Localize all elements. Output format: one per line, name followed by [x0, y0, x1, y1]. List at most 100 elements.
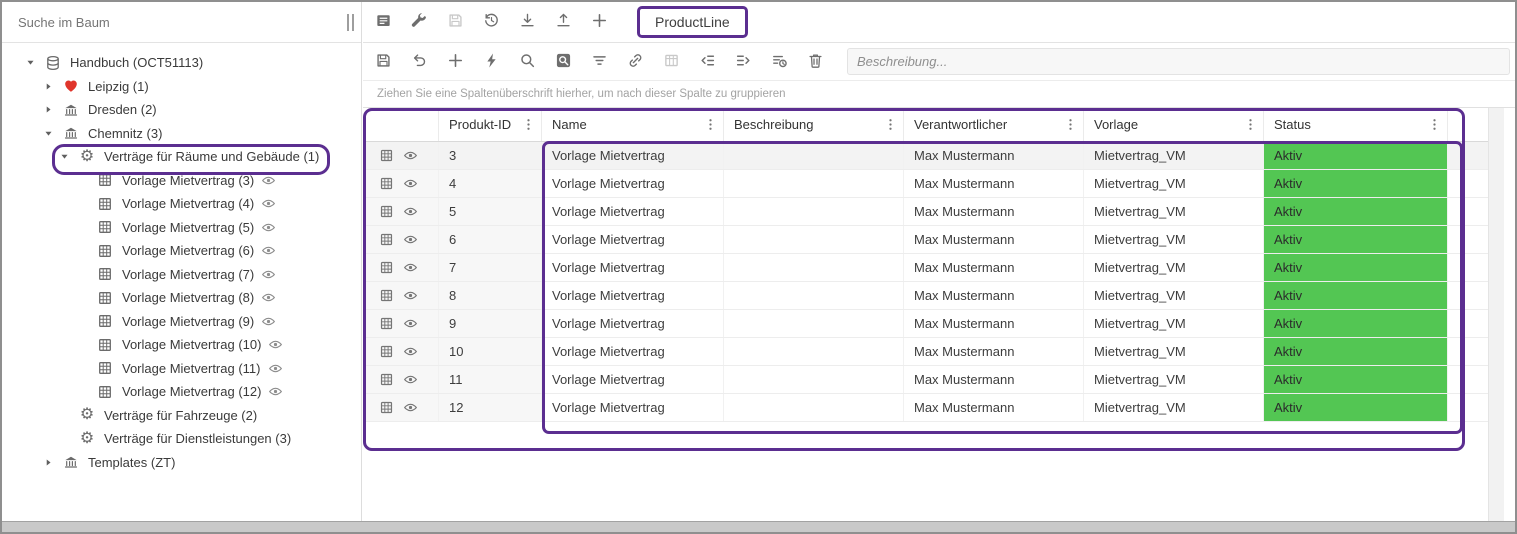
tree-item[interactable]: Vorlage Mietvertrag (10)	[2, 333, 361, 357]
panel-button[interactable]	[365, 4, 401, 40]
header-cell-status[interactable]: Status	[1264, 108, 1448, 141]
eye-icon[interactable]	[261, 196, 276, 211]
eye-icon[interactable]	[403, 372, 418, 387]
tab-productline[interactable]: ProductLine	[637, 6, 748, 38]
tree-item[interactable]: ⚙Verträge für Dienstleistungen (3)	[2, 427, 361, 451]
table-row[interactable]: 10Vorlage MietvertragMax MustermannMietv…	[363, 338, 1488, 366]
save-button[interactable]	[365, 44, 401, 80]
tree-item[interactable]: Vorlage Mietvertrag (8)	[2, 286, 361, 310]
eye-icon[interactable]	[403, 204, 418, 219]
eye-icon[interactable]	[268, 384, 283, 399]
caret-down-icon[interactable]	[54, 151, 74, 162]
eye-icon[interactable]	[403, 316, 418, 331]
table-row[interactable]: 6Vorlage MietvertragMax MustermannMietve…	[363, 226, 1488, 254]
eye-icon[interactable]	[261, 173, 276, 188]
header-cell-produkt-id[interactable]: Produkt-ID	[439, 108, 542, 141]
tree-item[interactable]: Vorlage Mietvertrag (7)	[2, 263, 361, 287]
caret-right-icon[interactable]	[38, 457, 58, 468]
eye-icon[interactable]	[261, 290, 276, 305]
column-menu-icon[interactable]	[700, 115, 720, 135]
table-icon[interactable]	[379, 232, 394, 247]
header-cell-name[interactable]: Name	[542, 108, 724, 141]
table-icon[interactable]	[379, 176, 394, 191]
link-button[interactable]	[617, 44, 653, 80]
list-history-button[interactable]	[761, 44, 797, 80]
tree-search-input[interactable]	[18, 15, 335, 30]
wrench-button[interactable]	[401, 4, 437, 40]
eye-icon[interactable]	[261, 220, 276, 235]
table-icon[interactable]	[379, 148, 394, 163]
eye-icon[interactable]	[403, 148, 418, 163]
history-button[interactable]	[473, 4, 509, 40]
table-icon[interactable]	[379, 372, 394, 387]
header-cell-beschreibung[interactable]: Beschreibung	[724, 108, 904, 141]
eye-icon[interactable]	[261, 314, 276, 329]
tree-item[interactable]: Vorlage Mietvertrag (4)	[2, 192, 361, 216]
table-icon[interactable]	[379, 288, 394, 303]
outdent-button[interactable]	[689, 44, 725, 80]
table-row[interactable]: 7Vorlage MietvertragMax MustermannMietve…	[363, 254, 1488, 282]
eye-icon[interactable]	[268, 337, 283, 352]
plus-button[interactable]	[437, 44, 473, 80]
filter-button[interactable]	[581, 44, 617, 80]
search-button[interactable]	[509, 44, 545, 80]
table-row[interactable]: 12Vorlage MietvertragMax MustermannMietv…	[363, 394, 1488, 422]
column-menu-icon[interactable]	[1424, 115, 1444, 135]
tree-item[interactable]: Handbuch (OCT51113)	[2, 51, 361, 75]
table-row[interactable]: 9Vorlage MietvertragMax MustermannMietve…	[363, 310, 1488, 338]
undo-button[interactable]	[401, 44, 437, 80]
tree-item[interactable]: Chemnitz (3)	[2, 122, 361, 146]
description-input[interactable]	[847, 48, 1510, 75]
tree-item[interactable]: Vorlage Mietvertrag (11)	[2, 357, 361, 381]
table-icon[interactable]	[379, 204, 394, 219]
table-icon[interactable]	[379, 316, 394, 331]
eye-icon[interactable]	[403, 232, 418, 247]
header-cell-verantwortlicher[interactable]: Verantwortlicher	[904, 108, 1084, 141]
download-button[interactable]	[509, 4, 545, 40]
column-menu-icon[interactable]	[1240, 115, 1260, 135]
caret-right-icon[interactable]	[38, 81, 58, 92]
eye-icon[interactable]	[403, 288, 418, 303]
caret-down-icon[interactable]	[38, 128, 58, 139]
table-row[interactable]: 11Vorlage MietvertragMax MustermannMietv…	[363, 366, 1488, 394]
table-icon[interactable]	[379, 400, 394, 415]
tree-item[interactable]: Vorlage Mietvertrag (12)	[2, 380, 361, 404]
tree-item[interactable]: Templates (ZT)	[2, 451, 361, 475]
tree-item[interactable]: Vorlage Mietvertrag (5)	[2, 216, 361, 240]
horizontal-scrollbar[interactable]	[2, 521, 1515, 532]
vertical-scrollbar[interactable]	[1488, 108, 1504, 521]
tree-item[interactable]: Leipzig (1)	[2, 75, 361, 99]
column-menu-icon[interactable]	[518, 115, 538, 135]
table-icon[interactable]	[379, 260, 394, 275]
splitter-handle[interactable]	[347, 14, 354, 31]
header-cell-vorlage[interactable]: Vorlage	[1084, 108, 1264, 141]
tree-item[interactable]: Vorlage Mietvertrag (3)	[2, 169, 361, 193]
flash-button[interactable]	[473, 44, 509, 80]
eye-icon[interactable]	[403, 176, 418, 191]
upload-button[interactable]	[545, 4, 581, 40]
eye-icon[interactable]	[268, 361, 283, 376]
tree-item[interactable]: Dresden (2)	[2, 98, 361, 122]
indent-button[interactable]	[725, 44, 761, 80]
plus-button[interactable]	[581, 4, 617, 40]
table-row[interactable]: 4Vorlage MietvertragMax MustermannMietve…	[363, 170, 1488, 198]
tree-item[interactable]: Vorlage Mietvertrag (9)	[2, 310, 361, 334]
eye-icon[interactable]	[403, 344, 418, 359]
tree-item[interactable]: ⚙Verträge für Räume und Gebäude (1)	[2, 145, 361, 169]
caret-right-icon[interactable]	[38, 104, 58, 115]
eye-icon[interactable]	[261, 267, 276, 282]
table-row[interactable]: 8Vorlage MietvertragMax MustermannMietve…	[363, 282, 1488, 310]
table-icon[interactable]	[379, 344, 394, 359]
delete-button[interactable]	[797, 44, 833, 80]
tree-item[interactable]: Vorlage Mietvertrag (6)	[2, 239, 361, 263]
table-row[interactable]: 3Vorlage MietvertragMax MustermannMietve…	[363, 142, 1488, 170]
caret-down-icon[interactable]	[20, 57, 40, 68]
eye-icon[interactable]	[261, 243, 276, 258]
eye-icon[interactable]	[403, 400, 418, 415]
column-menu-icon[interactable]	[1060, 115, 1080, 135]
table-row[interactable]: 5Vorlage MietvertragMax MustermannMietve…	[363, 198, 1488, 226]
tree-item[interactable]: ⚙Verträge für Fahrzeuge (2)	[2, 404, 361, 428]
search-box-button[interactable]	[545, 44, 581, 80]
eye-icon[interactable]	[403, 260, 418, 275]
column-menu-icon[interactable]	[880, 115, 900, 135]
